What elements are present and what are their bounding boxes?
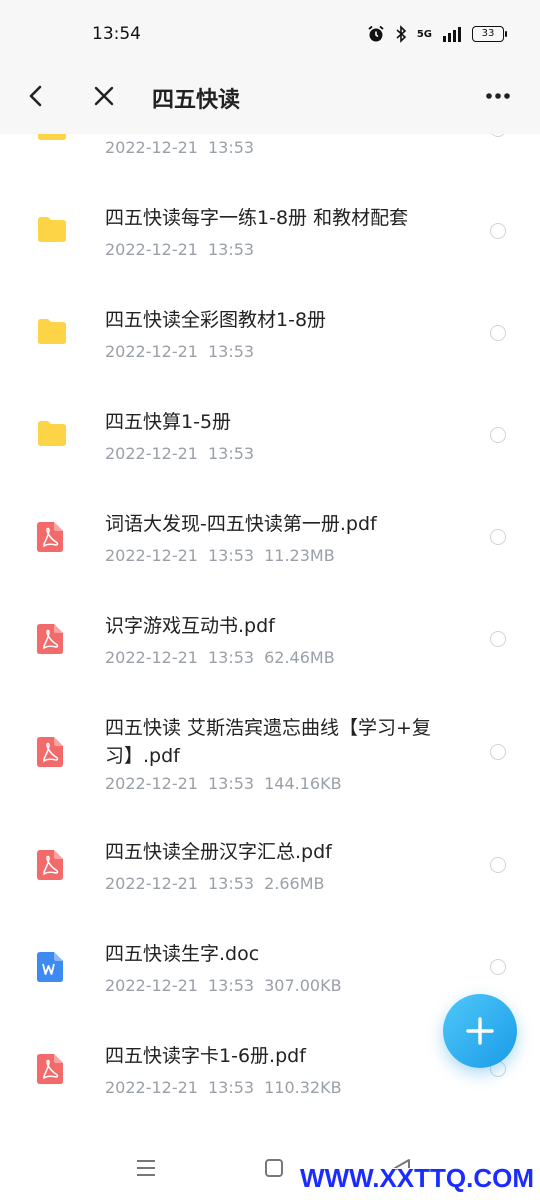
pdf-icon xyxy=(36,623,68,655)
file-meta: 2022-12-21 13:53 xyxy=(105,138,274,157)
file-list-item[interactable]: 四五快读全册汉字汇总.pdf 2022-12-21 13:53 2.66MB xyxy=(0,814,540,916)
file-size: 110.32KB xyxy=(264,1078,342,1097)
signal-icon xyxy=(443,27,461,42)
file-time: 13:53 xyxy=(207,444,255,463)
file-size: 11.23MB xyxy=(264,546,335,565)
more-icon xyxy=(486,93,510,99)
select-radio[interactable] xyxy=(490,325,506,341)
file-name: 四五快算1-5册 xyxy=(105,411,232,433)
select-radio[interactable] xyxy=(490,959,506,975)
file-time: 13:53 xyxy=(207,774,255,793)
header: 四五快读 xyxy=(0,54,540,134)
pdf-icon xyxy=(36,736,68,768)
status-bar: 13:54 5G 33 xyxy=(0,0,540,54)
file-meta: 2022-12-21 13:53 110.32KB xyxy=(105,1078,352,1097)
file-time: 13:53 xyxy=(207,874,255,893)
file-meta: 2022-12-21 13:53 xyxy=(105,240,274,259)
select-radio[interactable] xyxy=(490,427,506,443)
select-radio[interactable] xyxy=(490,744,506,760)
file-name: 四五快读字卡1-6册.pdf xyxy=(105,1045,306,1067)
network-type: 5G xyxy=(416,28,432,40)
select-radio[interactable] xyxy=(490,631,506,647)
chevron-left-icon xyxy=(29,85,42,107)
file-time: 13:53 xyxy=(207,1078,255,1097)
pdf-icon xyxy=(36,521,68,553)
file-list: 四五快读练习册1-8册新版2022-12-2113:53四五快读每字一练1-8册… xyxy=(0,100,540,1120)
select-radio[interactable] xyxy=(490,223,506,239)
file-date: 2022-12-21 xyxy=(105,444,198,463)
file-name: 四五快读全册汉字汇总.pdf xyxy=(105,841,332,863)
file-date: 2022-12-21 xyxy=(105,648,198,667)
file-time: 13:53 xyxy=(207,342,255,361)
file-meta: 2022-12-21 13:53 xyxy=(105,444,274,463)
doc-icon xyxy=(36,951,68,983)
file-meta: 2022-12-21 13:53 xyxy=(105,342,274,361)
file-time: 13:53 xyxy=(207,976,255,995)
file-size: 307.00KB xyxy=(264,976,342,995)
more-button[interactable] xyxy=(480,78,516,114)
file-meta: 2022-12-21 13:53 62.46MB xyxy=(105,648,345,667)
file-size: 144.16KB xyxy=(264,774,342,793)
add-button[interactable] xyxy=(443,994,517,1068)
file-list-item[interactable]: 四五快读全彩图教材1-8册 2022-12-21 13:53 xyxy=(0,282,540,384)
select-radio[interactable] xyxy=(490,529,506,545)
file-time: 13:53 xyxy=(207,240,255,259)
file-size: 62.46MB xyxy=(264,648,335,667)
folder-icon xyxy=(36,317,68,349)
file-date: 2022-12-21 xyxy=(105,342,198,361)
pdf-icon xyxy=(36,1053,68,1085)
menu-icon xyxy=(137,1160,155,1176)
folder-icon xyxy=(36,215,68,247)
file-list-item[interactable]: 识字游戏互动书.pdf 2022-12-21 13:53 62.46MB xyxy=(0,588,540,690)
file-date: 2022-12-21 xyxy=(105,774,198,793)
file-name: 四五快读全彩图教材1-8册 xyxy=(105,309,327,331)
alarm-icon xyxy=(368,25,384,42)
file-date: 2022-12-21 xyxy=(105,874,198,893)
nav-home-button[interactable] xyxy=(260,1154,288,1182)
file-meta: 2022-12-21 13:53 144.16KB xyxy=(105,774,352,793)
file-list-item[interactable]: 四五快读每字一练1-8册 和教材配套 2022-12-21 13:53 xyxy=(0,180,540,282)
file-time: 13:53 xyxy=(207,546,255,565)
file-name: 识字游戏互动书.pdf xyxy=(105,615,275,637)
file-date: 2022-12-21 xyxy=(105,546,198,565)
select-radio[interactable] xyxy=(490,857,506,873)
nav-menu-button[interactable] xyxy=(132,1154,160,1182)
status-time: 13:54 xyxy=(92,24,141,44)
file-name: 四五快读 艾斯浩宾遗忘曲线【学习+复习】.pdf xyxy=(105,717,431,767)
battery-icon: 33 xyxy=(472,26,507,42)
file-size: 2.66MB xyxy=(264,874,325,893)
file-meta: 2022-12-21 13:53 2.66MB xyxy=(105,874,335,893)
file-list-item[interactable]: 词语大发现-四五快读第一册.pdf 2022-12-21 13:53 11.23MB xyxy=(0,486,540,588)
folder-icon xyxy=(36,419,68,451)
status-icons: 5G 33 xyxy=(367,25,507,43)
bluetooth-icon xyxy=(396,25,406,43)
battery-level: 33 xyxy=(481,28,495,39)
file-time: 13:53 xyxy=(207,138,255,157)
back-button[interactable] xyxy=(18,78,54,114)
file-list-item[interactable]: 四五快算1-5册 2022-12-21 13:53 xyxy=(0,384,540,486)
page-title: 四五快读 xyxy=(152,88,241,113)
file-date: 2022-12-21 xyxy=(105,240,198,259)
plus-icon xyxy=(466,1017,494,1045)
file-date: 2022-12-21 xyxy=(105,138,198,157)
close-icon xyxy=(94,86,114,106)
file-name: 四五快读生字.doc xyxy=(105,943,260,965)
file-date: 2022-12-21 xyxy=(105,976,198,995)
file-time: 13:53 xyxy=(207,648,255,667)
file-meta: 2022-12-21 13:53 307.00KB xyxy=(105,976,352,995)
file-name: 词语大发现-四五快读第一册.pdf xyxy=(105,513,377,535)
close-button[interactable] xyxy=(86,78,122,114)
home-square-icon xyxy=(265,1159,283,1177)
file-list-item[interactable]: 四五快读 艾斯浩宾遗忘曲线【学习+复习】.pdf 2022-12-21 13:53 1… xyxy=(0,690,540,814)
file-meta: 2022-12-21 13:53 11.23MB xyxy=(105,546,345,565)
file-name: 四五快读每字一练1-8册 和教材配套 xyxy=(105,207,409,229)
file-date: 2022-12-21 xyxy=(105,1078,198,1097)
pdf-icon xyxy=(36,849,68,881)
watermark: WWW.XXTTQ.COM xyxy=(300,1163,534,1193)
